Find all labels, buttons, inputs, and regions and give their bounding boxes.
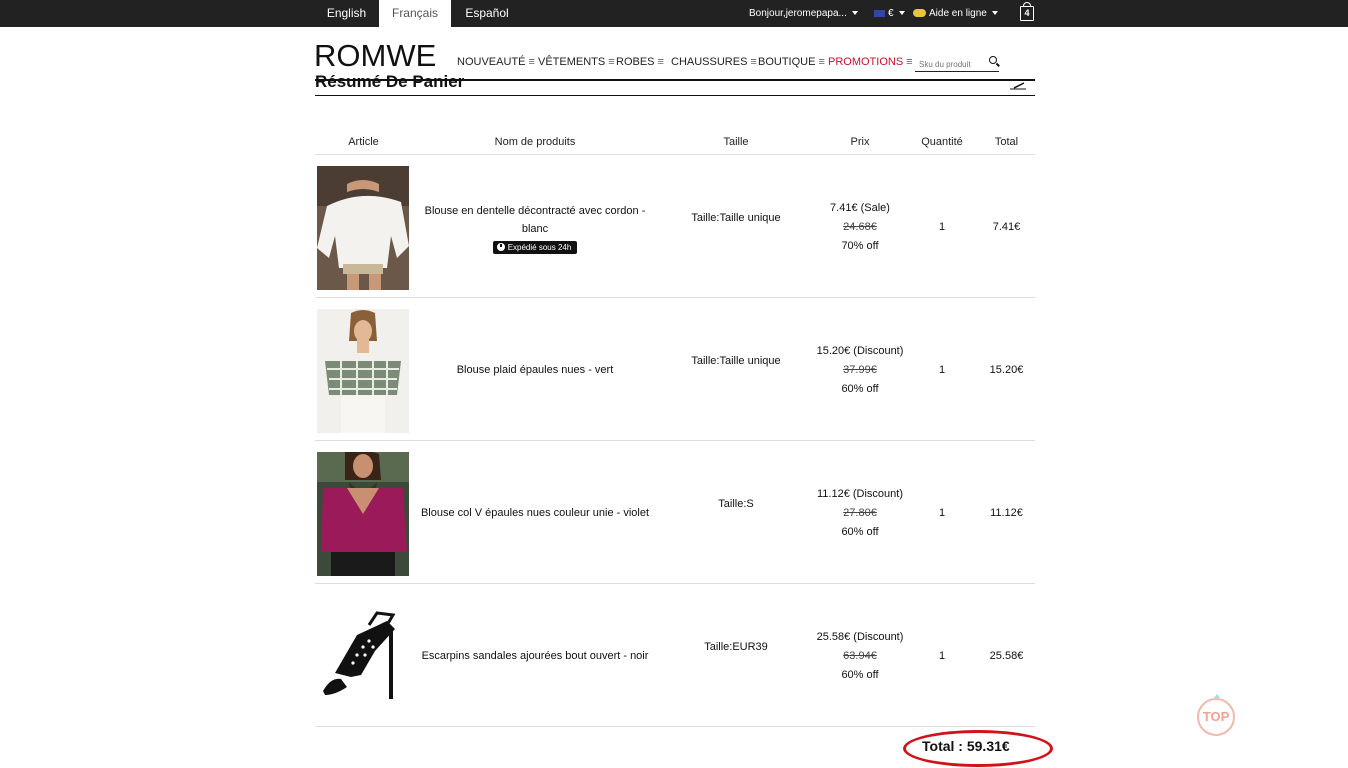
product-image[interactable] — [317, 309, 409, 433]
currency-selector[interactable]: € — [874, 0, 905, 27]
edit-icon[interactable] — [1008, 81, 1028, 91]
product-price: 11.12€ (Discount) 27.80€ 60% off — [816, 488, 903, 538]
col-price: Prix — [850, 136, 870, 148]
nav-promotions[interactable]: PROMOTIONS ≡ — [828, 56, 913, 68]
cart-total-label: Total : — [922, 738, 963, 754]
nav-boutique[interactable]: BOUTIQUE ≡ — [758, 56, 825, 68]
col-total: Total — [994, 136, 1019, 148]
cart-total: Total : 59.31€ — [922, 738, 1010, 754]
product-quantity: 1 — [938, 507, 946, 519]
chevron-down-icon — [991, 11, 998, 16]
product-size: Taille:EUR39 — [704, 641, 768, 653]
col-article: Article — [348, 136, 379, 148]
product-total: 15.20€ — [989, 364, 1024, 376]
product-total: 7.41€ — [992, 221, 1021, 233]
table-row: Blouse plaid épaules nues - vert Taille:… — [315, 298, 1035, 440]
product-size: Taille:S — [718, 498, 754, 510]
product-quantity: 1 — [938, 650, 946, 662]
product-total: 11.12€ — [990, 507, 1023, 519]
product-price: 7.41€ (Sale) 24.68€ 70% off — [830, 202, 890, 252]
cart-icon[interactable]: 4 — [1020, 2, 1034, 21]
back-to-top-button[interactable]: TOP — [1197, 694, 1235, 736]
divider — [315, 726, 1035, 727]
product-name[interactable]: Blouse col V épaules nues couleur unie -… — [413, 504, 657, 522]
product-image[interactable] — [317, 452, 409, 576]
table-row: Blouse en dentelle décontracté avec cord… — [315, 155, 1035, 297]
product-price: 15.20€ (Discount) 37.99€ 60% off — [816, 345, 904, 395]
cart-count: 4 — [1024, 8, 1030, 18]
product-price: 25.58€ (Discount) 63.94€ 60% off — [816, 631, 904, 681]
product-name[interactable]: Escarpins sandales ajourées bout ouvert … — [413, 647, 657, 665]
search-input[interactable] — [915, 60, 983, 69]
product-quantity: 1 — [938, 221, 946, 233]
divider — [315, 79, 1035, 81]
currency-label: € — [888, 8, 894, 19]
table-row: Escarpins sandales ajourées bout ouvert … — [315, 584, 1035, 726]
chevron-down-icon — [851, 11, 858, 16]
ship-24h-badge: Expédié sous 24h — [492, 241, 578, 254]
nav-vetements[interactable]: VÊTEMENTS ≡ — [538, 56, 615, 68]
search-box — [915, 54, 999, 72]
product-size: Taille:Taille unique — [691, 212, 781, 224]
top-bar: English Français Español Bonjour,jeromep… — [0, 0, 1348, 27]
product-size: Taille:Taille unique — [691, 355, 781, 367]
help-label: Aide en ligne — [929, 8, 987, 19]
product-quantity: 1 — [938, 364, 946, 376]
online-help[interactable]: Aide en ligne — [913, 0, 998, 27]
section-title: Résumé De Panier — [315, 72, 465, 88]
col-product-name: Nom de produits — [494, 136, 576, 148]
language-francais[interactable]: Français — [379, 0, 451, 27]
cart-total-value: 59.31€ — [966, 738, 1010, 754]
col-quantity: Quantité — [921, 136, 963, 148]
chat-icon — [913, 9, 926, 18]
eu-flag-icon — [874, 9, 885, 17]
product-image[interactable] — [317, 595, 409, 719]
nav-robes[interactable]: ROBES ≡ — [616, 56, 664, 68]
search-icon[interactable] — [989, 56, 997, 64]
clock-icon — [496, 243, 505, 251]
nav-chaussures[interactable]: CHAUSSURES ≡ — [671, 56, 757, 68]
language-english[interactable]: English — [314, 0, 379, 27]
table-row: Blouse col V épaules nues couleur unie -… — [315, 441, 1035, 583]
user-menu[interactable]: Bonjour,jeromepapa... — [749, 0, 858, 27]
col-size: Taille — [723, 136, 749, 148]
language-espanol[interactable]: Español — [451, 0, 523, 27]
product-name[interactable]: Blouse plaid épaules nues - vert — [413, 361, 657, 379]
product-name[interactable]: Blouse en dentelle décontracté avec cord… — [413, 202, 657, 256]
divider — [315, 95, 1035, 96]
product-total: 25.58€ — [989, 650, 1024, 662]
product-image[interactable] — [317, 166, 409, 290]
user-greeting: Bonjour,jeromepapa... — [749, 8, 847, 19]
chevron-down-icon — [898, 11, 905, 16]
